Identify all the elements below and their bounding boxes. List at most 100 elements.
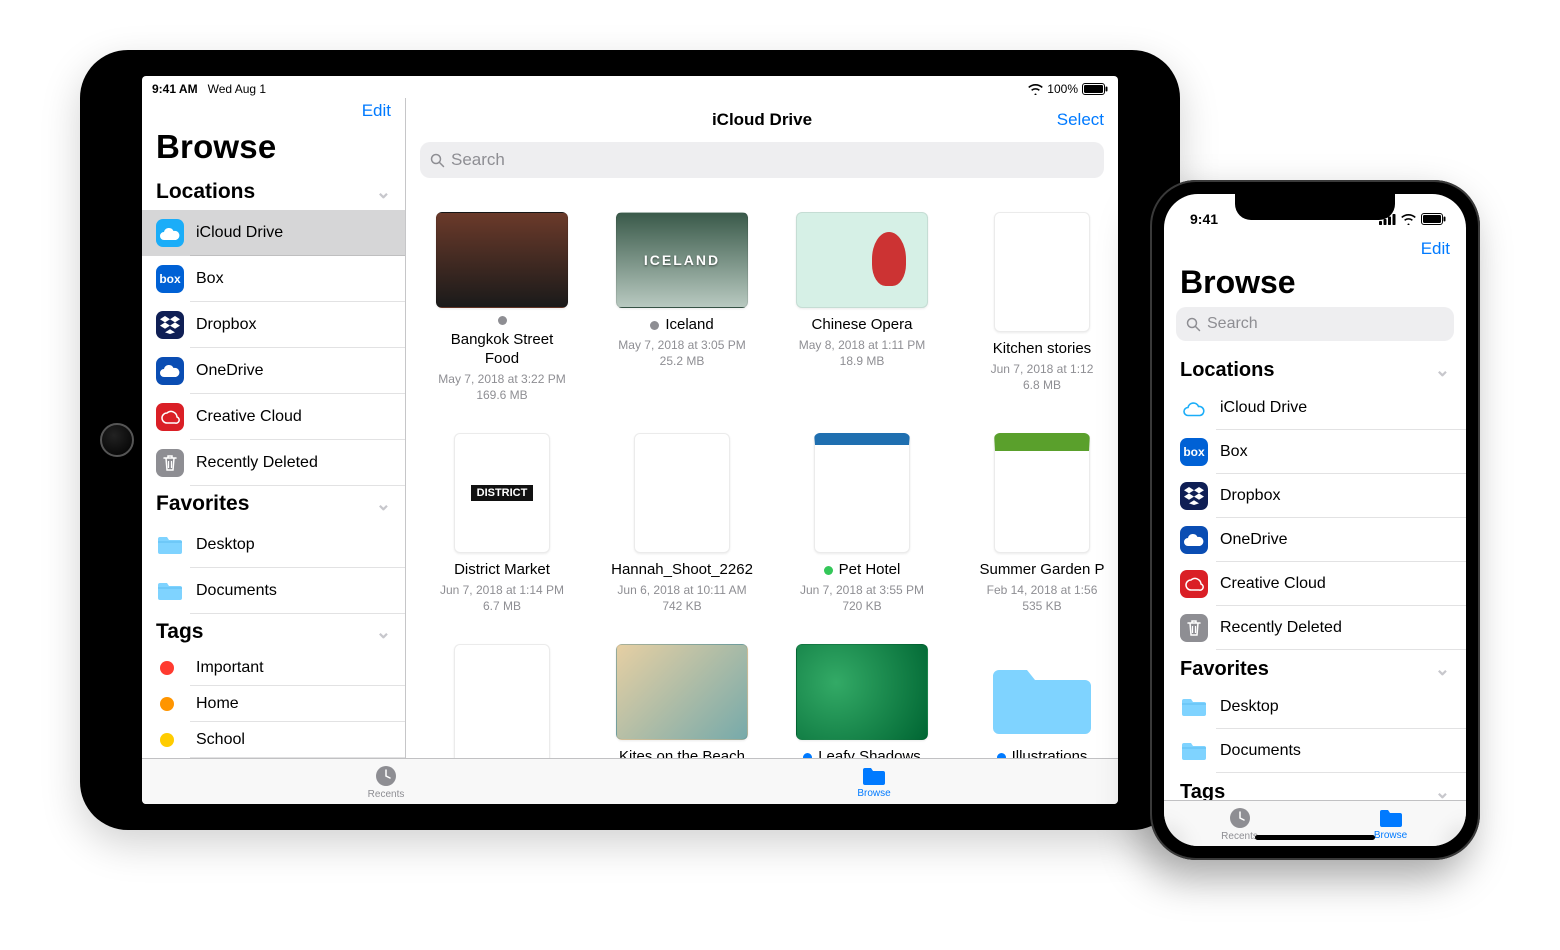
item-label: iCloud Drive — [196, 224, 283, 242]
file-meta: Jun 7, 2018 at 3:55 PM720 KB — [796, 582, 928, 614]
file-name: District Market — [436, 561, 568, 580]
file-name: Summer Garden P — [976, 561, 1108, 580]
ipad-home-button[interactable] — [100, 423, 134, 457]
folder-icon — [1378, 807, 1404, 829]
file-meta: May 8, 2018 at 1:11 PM18.9 MB — [796, 337, 928, 369]
tab-recents[interactable]: Recents — [142, 759, 630, 804]
file-tile[interactable]: Kitchen storiesJun 7, 2018 at 1:126.8 MB — [976, 212, 1108, 403]
tab-recents-label: Recents — [368, 789, 405, 800]
file-name: Hannah_Shoot_2262 — [616, 561, 748, 580]
file-name: Kites on the Beach — [616, 748, 748, 758]
item-label: Dropbox — [196, 316, 256, 334]
file-thumbnail — [436, 212, 568, 308]
section-header-locations[interactable]: Locations ⌄ — [142, 174, 405, 210]
location-item[interactable]: Desktop — [142, 522, 405, 568]
tag-item[interactable]: Home — [142, 686, 405, 722]
file-tile[interactable]: BudgetJun 6, 2018 at 9:49 AM179 KB — [436, 644, 568, 758]
file-meta: May 7, 2018 at 3:05 PM25.2 MB — [616, 337, 748, 369]
file-tile[interactable]: Leafy ShadowsJun 4, 2018 at 10:50 AM125 … — [796, 644, 928, 758]
chevron-down-icon: ⌄ — [1435, 659, 1450, 680]
file-tile[interactable]: Chinese OperaMay 8, 2018 at 1:11 PM18.9 … — [796, 212, 928, 403]
file-thumbnail — [814, 433, 910, 553]
location-item[interactable]: Desktop — [1164, 685, 1466, 729]
file-tile[interactable]: Kites on the BeachJun 5, 2018 at 11:28 A… — [616, 644, 748, 758]
battery-percent: 100% — [1047, 82, 1078, 96]
tag-item[interactable]: Important — [142, 650, 405, 686]
location-item[interactable]: Documents — [1164, 729, 1466, 773]
file-tile[interactable]: Pet Hotel Jun 7, 2018 at 3:55 PM720 KB — [796, 433, 928, 614]
section-header-locations[interactable]: Locations ⌄ — [1164, 351, 1466, 386]
location-item[interactable]: iCloud Drive — [1164, 386, 1466, 430]
location-item[interactable]: boxBox — [1164, 430, 1466, 474]
location-item[interactable]: OneDrive — [1164, 518, 1466, 562]
file-tile[interactable]: Hannah_Shoot_2262Jun 6, 2018 at 10:11 AM… — [616, 433, 748, 614]
item-label: Desktop — [1220, 698, 1279, 716]
status-dot-icon — [650, 321, 659, 330]
location-item[interactable]: Documents — [142, 568, 405, 614]
sidebar-title: Browse — [142, 124, 405, 174]
location-item[interactable]: OneDrive — [142, 348, 405, 394]
item-label: iCloud Drive — [1220, 399, 1307, 417]
item-label: Home — [196, 695, 239, 713]
location-item[interactable]: Creative Cloud — [1164, 562, 1466, 606]
file-tile[interactable]: District MarketJun 7, 2018 at 1:14 PM6.7… — [436, 433, 568, 614]
creativecloud-icon — [156, 403, 184, 431]
select-button[interactable]: Select — [1057, 110, 1104, 130]
tab-bar: Recents Browse — [142, 758, 1118, 804]
locations-label: Locations — [156, 180, 255, 204]
home-indicator[interactable] — [1255, 835, 1375, 840]
item-label: Dropbox — [1220, 487, 1280, 505]
content-nav: iCloud Drive Select — [406, 98, 1118, 142]
item-label: Important — [196, 659, 264, 677]
location-item[interactable]: Creative Cloud — [142, 394, 405, 440]
file-name: Pet Hotel — [796, 561, 928, 580]
location-item[interactable]: Recently Deleted — [142, 440, 405, 486]
location-item[interactable]: iCloud Drive — [142, 210, 405, 256]
dropbox-icon — [1180, 482, 1208, 510]
item-label: Documents — [196, 582, 277, 600]
sidebar: Edit Browse Locations ⌄ iCloud Drive boxB… — [142, 98, 406, 758]
trash-icon — [1180, 614, 1208, 642]
location-item[interactable]: Recently Deleted — [1164, 606, 1466, 650]
search-placeholder: Search — [1207, 315, 1258, 333]
tag-dot-icon — [160, 661, 174, 675]
search-field[interactable]: Search — [420, 142, 1104, 178]
section-header-favorites[interactable]: Favorites ⌄ — [142, 486, 405, 522]
ipad-device: 9:41 AM Wed Aug 1 100% Edit Browse Locat… — [80, 50, 1180, 830]
item-label: Recently Deleted — [196, 454, 318, 472]
file-thumbnail — [454, 433, 550, 553]
content-title: iCloud Drive — [712, 110, 812, 130]
section-header-tags[interactable]: Tags ⌄ — [142, 614, 405, 650]
wifi-icon — [1028, 84, 1043, 95]
file-tile[interactable]: IcelandMay 7, 2018 at 3:05 PM25.2 MB — [616, 212, 748, 403]
creativecloud-icon — [1180, 570, 1208, 598]
edit-button[interactable]: Edit — [1421, 239, 1450, 259]
chevron-down-icon: ⌄ — [1435, 360, 1450, 381]
folder-icon — [156, 577, 184, 605]
search-icon — [1186, 317, 1201, 332]
item-label: Desktop — [196, 536, 255, 554]
file-name: Leafy Shadows — [796, 748, 928, 758]
onedrive-icon — [156, 357, 184, 385]
search-field[interactable]: Search — [1176, 307, 1454, 341]
folder-icon — [1180, 693, 1208, 721]
icloud-icon — [156, 219, 184, 247]
status-battery: 100% — [1028, 82, 1108, 96]
location-item[interactable]: boxBox — [142, 256, 405, 302]
phone-title: Browse — [1164, 264, 1466, 307]
location-item[interactable]: Dropbox — [142, 302, 405, 348]
file-tile[interactable]: Bangkok Street FoodMay 7, 2018 at 3:22 P… — [436, 212, 568, 403]
file-tile[interactable]: Illustrations7 items — [976, 644, 1108, 758]
section-header-tags[interactable]: Tags ⌄ — [1164, 773, 1466, 800]
location-item[interactable]: Dropbox — [1164, 474, 1466, 518]
box-icon: box — [1180, 438, 1208, 466]
item-label: Creative Cloud — [1220, 575, 1326, 593]
section-header-favorites[interactable]: Favorites ⌄ — [1164, 650, 1466, 685]
tag-item[interactable]: School — [142, 722, 405, 758]
trash-icon — [156, 449, 184, 477]
file-thumbnail — [616, 212, 748, 308]
status-dot-icon — [498, 316, 507, 325]
tab-browse[interactable]: Browse — [630, 759, 1118, 804]
edit-button[interactable]: Edit — [362, 101, 391, 121]
file-tile[interactable]: Summer Garden PFeb 14, 2018 at 1:56535 K… — [976, 433, 1108, 614]
